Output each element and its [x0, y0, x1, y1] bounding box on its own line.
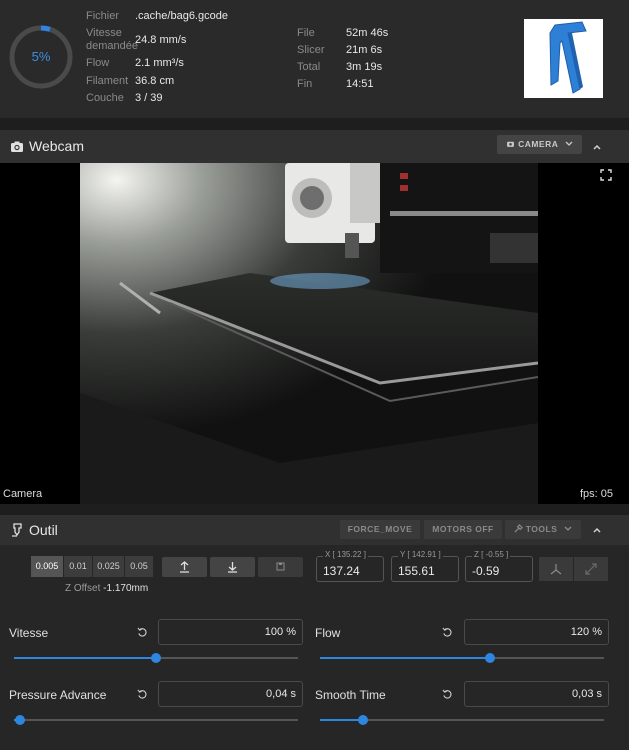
- info-time-slicer: Slicer 21m 6s: [297, 44, 383, 56]
- expand-position-button[interactable]: [574, 557, 608, 581]
- smooth-time-slider[interactable]: [320, 715, 604, 725]
- section-gap: [0, 118, 629, 130]
- pressure-advance-input[interactable]: 0,04 s: [158, 681, 303, 707]
- motors-off-button[interactable]: MOTORS OFF: [424, 520, 502, 539]
- download-arrow-icon: [228, 562, 237, 573]
- webcam-stream: [80, 163, 538, 504]
- flow-input[interactable]: 120 %: [464, 619, 609, 645]
- reset-pressure-advance-icon[interactable]: [137, 689, 148, 700]
- chevron-down-icon: [565, 141, 573, 146]
- info-time-end: Fin 14:51: [297, 78, 374, 90]
- pressure-advance-slider[interactable]: [14, 715, 298, 725]
- reset-speed-icon[interactable]: [137, 627, 148, 638]
- x-position-field[interactable]: X [ 135.22 ] 137.24: [316, 550, 384, 582]
- upload-arrow-icon: [180, 561, 189, 573]
- section-gap: [0, 504, 629, 515]
- camera-small-icon: [507, 141, 514, 147]
- collapse-webcam-icon[interactable]: [592, 142, 602, 152]
- print-status-card: 5% Fichier .cache/bag6.gcode Vitesse dem…: [0, 0, 629, 118]
- axes-icon: [550, 564, 562, 575]
- wrench-icon: [514, 524, 523, 533]
- reset-smooth-time-icon[interactable]: [442, 689, 453, 700]
- gcode-thumbnail[interactable]: [524, 19, 603, 98]
- chevron-down-icon: [564, 526, 572, 531]
- force-move-button[interactable]: FORCE_MOVE: [340, 520, 420, 539]
- fps-label: fps: 05: [580, 488, 614, 500]
- info-filament: Filament 36.8 cm: [86, 75, 175, 87]
- speed-label: Vitesse: [9, 626, 49, 640]
- z-offset-readout: Z Offset -1.170mm: [65, 583, 149, 594]
- step-001-button[interactable]: 0.01: [64, 556, 92, 577]
- printer-camera-image: [80, 163, 538, 504]
- tool-title: Outil: [29, 522, 58, 538]
- reset-flow-icon[interactable]: [442, 627, 453, 638]
- info-layer: Couche 3 / 39: [86, 92, 163, 104]
- progress-label: 5%: [31, 49, 51, 64]
- smooth-time-slider-fill: [320, 719, 363, 721]
- webcam-view: Camera fps: 05: [0, 163, 629, 504]
- home-all-button[interactable]: [539, 557, 573, 581]
- step-0005-button[interactable]: 0.005: [31, 556, 63, 577]
- save-icon: [276, 562, 285, 571]
- model-preview-icon: [549, 21, 587, 94]
- info-speed: Vitesse demandée 24.8 mm/s: [86, 27, 187, 52]
- info-file: Fichier .cache/bag6.gcode: [86, 10, 228, 22]
- flow-slider-fill: [320, 657, 491, 659]
- speed-input[interactable]: 100 %: [158, 619, 303, 645]
- z-position-field[interactable]: Z [ -0.55 ] -0.59: [465, 550, 533, 582]
- pressure-advance-label: Pressure Advance: [9, 688, 107, 702]
- speed-slider-fill: [14, 657, 156, 659]
- speed-slider[interactable]: [14, 653, 298, 663]
- step-0025-button[interactable]: 0.025: [93, 556, 124, 577]
- z-step-selector: 0.005 0.01 0.025 0.05: [31, 556, 154, 577]
- tool-header: Outil FORCE_MOVE MOTORS OFF TOOLS: [0, 515, 629, 545]
- speed-slider-handle[interactable]: [151, 653, 161, 663]
- fullscreen-icon[interactable]: [600, 169, 612, 181]
- y-position-field[interactable]: Y [ 142.91 ] 155.61: [391, 550, 459, 582]
- nozzle-icon: [12, 523, 22, 537]
- info-flow: Flow 2.1 mm³/s: [86, 57, 184, 69]
- z-offset-up-button[interactable]: [162, 557, 207, 577]
- smooth-time-label: Smooth Time: [315, 688, 386, 702]
- smooth-time-slider-handle[interactable]: [357, 715, 368, 725]
- webcam-header: Webcam CAMERA: [0, 130, 629, 163]
- collapse-tool-icon[interactable]: [592, 525, 602, 535]
- flow-slider[interactable]: [320, 653, 604, 663]
- info-time-total: Total 3m 19s: [297, 61, 383, 73]
- smooth-time-input[interactable]: 0,03 s: [464, 681, 609, 707]
- save-z-offset-button[interactable]: [258, 557, 303, 577]
- flow-label: Flow: [315, 626, 341, 640]
- diagonal-arrow-icon: [585, 563, 597, 575]
- tools-menu-button[interactable]: TOOLS: [505, 520, 581, 539]
- step-005-button[interactable]: 0.05: [125, 556, 153, 577]
- camera-name-label: Camera: [3, 488, 43, 500]
- pressure-advance-slider-handle[interactable]: [14, 715, 25, 725]
- camera-select-button[interactable]: CAMERA: [497, 135, 582, 154]
- camera-icon: [11, 141, 23, 152]
- z-offset-down-button[interactable]: [210, 557, 255, 577]
- info-time-file: File 52m 46s: [297, 27, 389, 39]
- webcam-title: Webcam: [29, 138, 84, 154]
